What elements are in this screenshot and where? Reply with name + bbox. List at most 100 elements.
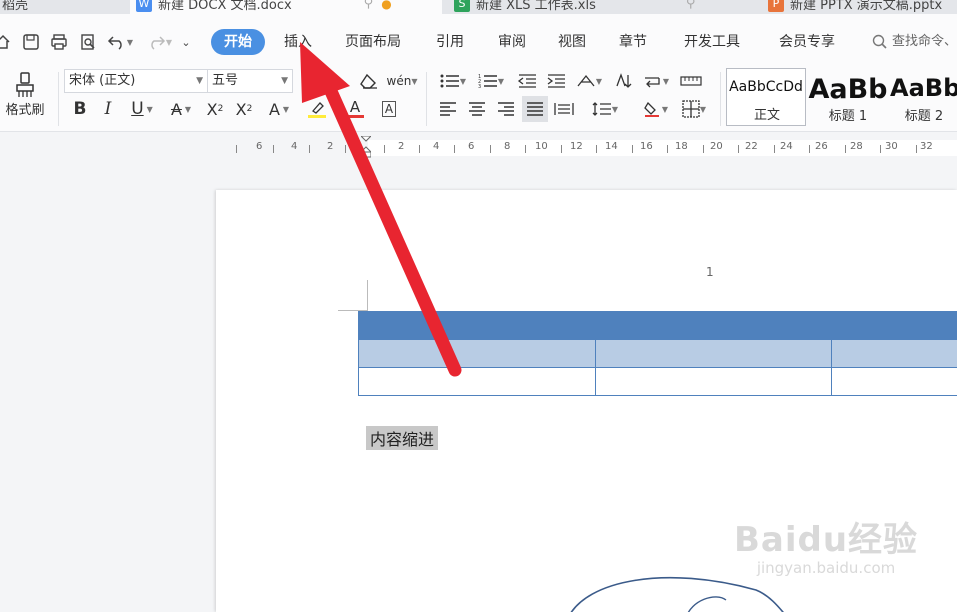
style-heading-2[interactable]: AaBb 标题 2 — [888, 68, 957, 126]
ruler-mark — [525, 145, 526, 153]
ruler-mark — [809, 145, 810, 153]
line-break-icon[interactable]: ▼ — [640, 69, 672, 93]
pin-icon[interactable]: ⚲ — [686, 0, 696, 11]
align-left-icon[interactable] — [436, 96, 460, 122]
tab-label: 新建 PPTX 演示文稿.pptx — [790, 0, 943, 13]
shrink-font-button[interactable]: A- — [326, 69, 350, 93]
subscript-button[interactable]: X2 — [231, 96, 257, 122]
ruler-mark — [774, 145, 775, 153]
ruler-tick: 6 — [468, 141, 475, 152]
ruler-mark — [703, 145, 704, 153]
table-cell[interactable] — [831, 339, 957, 368]
ruler-mark — [596, 145, 597, 153]
tab-member-exclusive[interactable]: 会员专享 — [779, 29, 835, 55]
italic-button[interactable]: I — [96, 96, 120, 122]
style-sample: AaBbCcDd — [729, 79, 803, 95]
line-spacing-icon[interactable]: ▼ — [588, 96, 622, 122]
command-search[interactable]: 查找命令、 — [872, 29, 957, 55]
pin-icon[interactable]: ⚲ — [364, 0, 374, 11]
tab-developer-tools[interactable]: 开发工具 — [684, 29, 740, 55]
save-icon[interactable] — [20, 31, 42, 53]
highlight-button[interactable] — [300, 96, 334, 122]
customize-quick-access-icon[interactable]: ⌄ — [178, 31, 194, 53]
font-size-select[interactable]: 五号 ▼ — [207, 69, 293, 93]
tab-references[interactable]: 引用 — [436, 29, 464, 55]
ruler-mark — [916, 145, 917, 153]
ruler-tick: 16 — [640, 141, 653, 152]
text-direction-icon[interactable]: ▼ — [573, 69, 605, 93]
font-color-button[interactable]: A — [338, 96, 372, 122]
document-page[interactable]: 1 内容缩进 Baidu经验 jingyan.baidu.com — [216, 190, 957, 612]
selected-paragraph[interactable]: 内容缩进 — [366, 426, 439, 450]
bullet-list-button[interactable]: ▼ — [436, 69, 470, 93]
tab-pptx-slides[interactable]: P 新建 PPTX 演示文稿.pptx — [762, 0, 957, 14]
tab-insert[interactable]: 插入 — [284, 29, 312, 55]
table-cell[interactable] — [595, 339, 832, 368]
ruler-mark — [419, 145, 420, 153]
char-border-button[interactable]: A — [378, 98, 400, 120]
document-table[interactable] — [358, 311, 957, 396]
decrease-indent-icon[interactable] — [514, 69, 540, 93]
undo-icon[interactable]: ▼ — [106, 31, 134, 53]
ruler-mark — [667, 145, 668, 153]
ruler-tick: 18 — [675, 141, 688, 152]
shading-icon[interactable]: ▼ — [638, 96, 672, 122]
sort-icon[interactable] — [610, 69, 636, 93]
numbered-list-icon: 123 — [478, 74, 497, 89]
bold-button[interactable]: B — [68, 96, 92, 122]
style-normal[interactable]: AaBbCcDd 正文 — [726, 68, 806, 126]
font-name-select[interactable]: 宋体 (正文) ▼ — [64, 69, 208, 93]
table-cell[interactable] — [358, 311, 957, 340]
tab-page-layout[interactable]: 页面布局 — [345, 29, 401, 55]
tab-xls-sheet[interactable]: S 新建 XLS 工作表.xls ⚲ — [448, 0, 738, 14]
tab-daoke[interactable]: 稻壳 — [0, 0, 116, 14]
ruler-mark — [880, 145, 881, 153]
tab-label: 新建 XLS 工作表.xls — [476, 0, 596, 13]
tab-docx-document[interactable]: W 新建 DOCX 文档.docx ⚲ ● — [130, 0, 442, 14]
ruler-mark — [345, 145, 346, 153]
table-cell[interactable] — [595, 367, 832, 396]
tab-review[interactable]: 审阅 — [498, 29, 526, 55]
style-name: 标题 2 — [904, 109, 944, 124]
style-heading-1[interactable]: AaBb 标题 1 — [808, 68, 888, 126]
horizontal-ruler[interactable]: 6 4 2 2 4 6 8 10 12 14 16 18 20 22 24 26 — [0, 135, 957, 158]
superscript-button[interactable]: X2 — [202, 96, 228, 122]
ruler-text-area — [368, 140, 957, 156]
print-preview-icon[interactable] — [77, 31, 99, 53]
group-divider — [720, 72, 721, 126]
strikethrough-button[interactable]: A ▼ — [164, 96, 198, 122]
table-row — [358, 367, 957, 396]
home-icon[interactable] — [0, 31, 12, 53]
table-cell[interactable] — [831, 367, 957, 396]
underline-button[interactable]: U ▼ — [124, 96, 160, 122]
align-center-icon[interactable] — [465, 96, 489, 122]
numbered-list-button[interactable]: 1 2 3 ▼ — [474, 69, 508, 93]
ruler-tick: 4 — [433, 141, 440, 152]
justify-icon[interactable] — [522, 96, 548, 122]
align-right-icon[interactable] — [494, 96, 518, 122]
format-painter-button[interactable]: 格式刷 — [0, 66, 50, 122]
text-effect-button[interactable]: A ▼ — [262, 96, 296, 122]
borders-icon[interactable]: ▼ — [676, 96, 712, 122]
tab-chapter[interactable]: 章节 — [619, 29, 647, 55]
redo-icon[interactable]: ▼ — [145, 31, 173, 53]
table-cell[interactable] — [358, 339, 596, 368]
clear-format-icon[interactable] — [356, 69, 382, 93]
tab-label: 新建 DOCX 文档.docx — [158, 0, 292, 13]
ruler-tick: 2 — [398, 141, 405, 152]
tab-start[interactable]: 开始 — [211, 29, 265, 55]
indent-marker[interactable] — [359, 135, 373, 158]
increase-indent-icon[interactable] — [543, 69, 569, 93]
close-icon[interactable]: ● — [381, 0, 391, 11]
tab-view[interactable]: 视图 — [558, 29, 586, 55]
ruler-toggle-icon[interactable] — [678, 69, 704, 93]
grow-font-button[interactable]: A + — [298, 69, 322, 93]
distribute-icon[interactable] — [552, 96, 576, 122]
table-cell[interactable] — [358, 367, 596, 396]
table-header-row — [358, 311, 957, 340]
ruler-mark — [236, 145, 237, 153]
print-icon[interactable] — [48, 31, 70, 53]
style-gallery: AaBbCcDd 正文 AaBb 标题 1 AaBb 标题 2 — [726, 68, 957, 128]
ruler-tick: 12 — [570, 141, 583, 152]
phonetic-guide-icon[interactable]: wén ▼ — [386, 69, 418, 93]
